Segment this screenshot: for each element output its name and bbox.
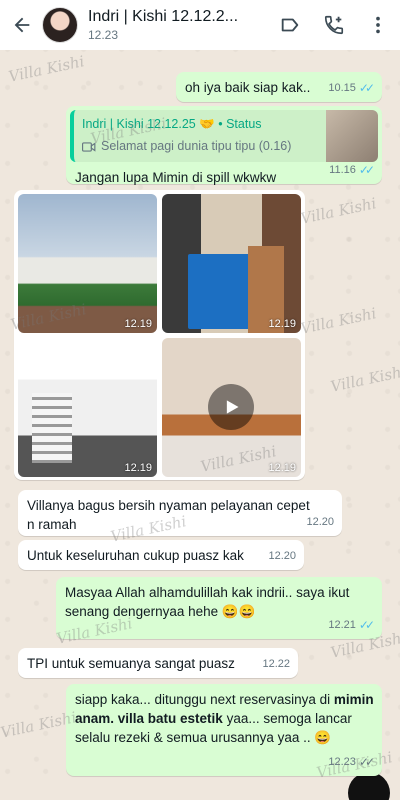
quoted-status[interactable]: Indri | Kishi 12.12.25 🤝 • Status Selama… (70, 110, 378, 162)
video-icon (82, 141, 96, 152)
play-button[interactable] (208, 384, 254, 430)
last-seen: 12.23 (88, 28, 119, 42)
media-time: 12.19 (124, 318, 152, 330)
message-text: oh iya baik siap kak.. (185, 80, 311, 95)
message-time: 10.15 (328, 82, 356, 94)
message-time: 12.20 (306, 516, 334, 528)
message-outgoing[interactable]: Masyaa Allah alhamdulillah kak indrii.. … (56, 577, 382, 639)
message-incoming[interactable]: TPI untuk semuanya sangat puasz 12.22 (18, 648, 298, 678)
back-arrow-icon (14, 17, 30, 33)
message-list: oh iya baik siap kak.. 10.15 ✓✓ Indri | K… (0, 50, 400, 800)
status-thumbnail (326, 110, 378, 162)
message-outgoing-reply[interactable]: Indri | Kishi 12.12.25 🤝 • Status Selama… (66, 106, 382, 185)
message-text: TPI untuk semuanya sangat puasz (27, 656, 235, 671)
add-call-icon (324, 15, 344, 35)
message-text: Untuk keseluruhan cukup puasz kak (27, 548, 244, 563)
photo-thumbnail[interactable]: 12.19 (18, 194, 157, 333)
double-check-icon: ✓✓ (358, 755, 375, 769)
message-outgoing[interactable]: siapp kaka... ditunggu next reservasinya… (66, 684, 382, 776)
play-icon (226, 400, 239, 414)
media-time: 12.19 (124, 462, 152, 474)
chat-header: Indri | Kishi 12.12.2... 12.23 (0, 0, 400, 50)
message-time: 12.23 (328, 756, 356, 768)
quote-text: Selamat pagi dunia tipu tipu (0.16) (101, 139, 292, 153)
double-check-icon: ✓✓ (358, 81, 375, 95)
message-incoming[interactable]: Untuk keseluruhan cukup puasz kak 12.20 (18, 540, 304, 570)
call-button[interactable] (312, 0, 356, 50)
photo-thumbnail[interactable]: 12.19 (162, 194, 301, 333)
photo-thumbnail[interactable]: 12.19 (18, 338, 157, 477)
message-text: Masyaa Allah alhamdulillah kak indrii.. … (65, 585, 350, 619)
facade-graphic (32, 393, 72, 463)
back-button[interactable] (2, 0, 42, 50)
avatar[interactable] (42, 7, 78, 43)
double-check-icon: ✓✓ (358, 618, 375, 632)
label-icon (281, 18, 299, 32)
more-vert-icon (376, 16, 380, 34)
contact-name: Indri | Kishi 12.12.2... (88, 8, 239, 25)
message-text: Villanya bagus bersih nyaman pelayanan c… (27, 498, 310, 532)
message-incoming[interactable]: Villanya bagus bersih nyaman pelayanan c… (18, 490, 342, 536)
message-time: 11.16 (329, 164, 356, 176)
message-text: siapp kaka... ditunggu next reservasinya… (75, 692, 334, 707)
message-time: 12.21 (328, 619, 356, 631)
message-time: 12.22 (262, 658, 290, 670)
pool-graphic (188, 254, 250, 329)
message-outgoing[interactable]: oh iya baik siap kak.. 10.15 ✓✓ (176, 72, 382, 102)
message-time: 12.20 (268, 550, 296, 562)
label-button[interactable] (268, 0, 312, 50)
more-options-button[interactable] (356, 0, 400, 50)
media-time: 12.19 (268, 318, 296, 330)
double-check-icon: ✓✓ (358, 163, 375, 177)
contact-info[interactable]: Indri | Kishi 12.12.2... 12.23 (88, 8, 268, 42)
video-thumbnail[interactable]: 12.19 (162, 338, 301, 477)
media-album[interactable]: 12.19 12.19 12.19 12.19 (14, 190, 305, 480)
media-time: 12.19 (268, 462, 296, 474)
